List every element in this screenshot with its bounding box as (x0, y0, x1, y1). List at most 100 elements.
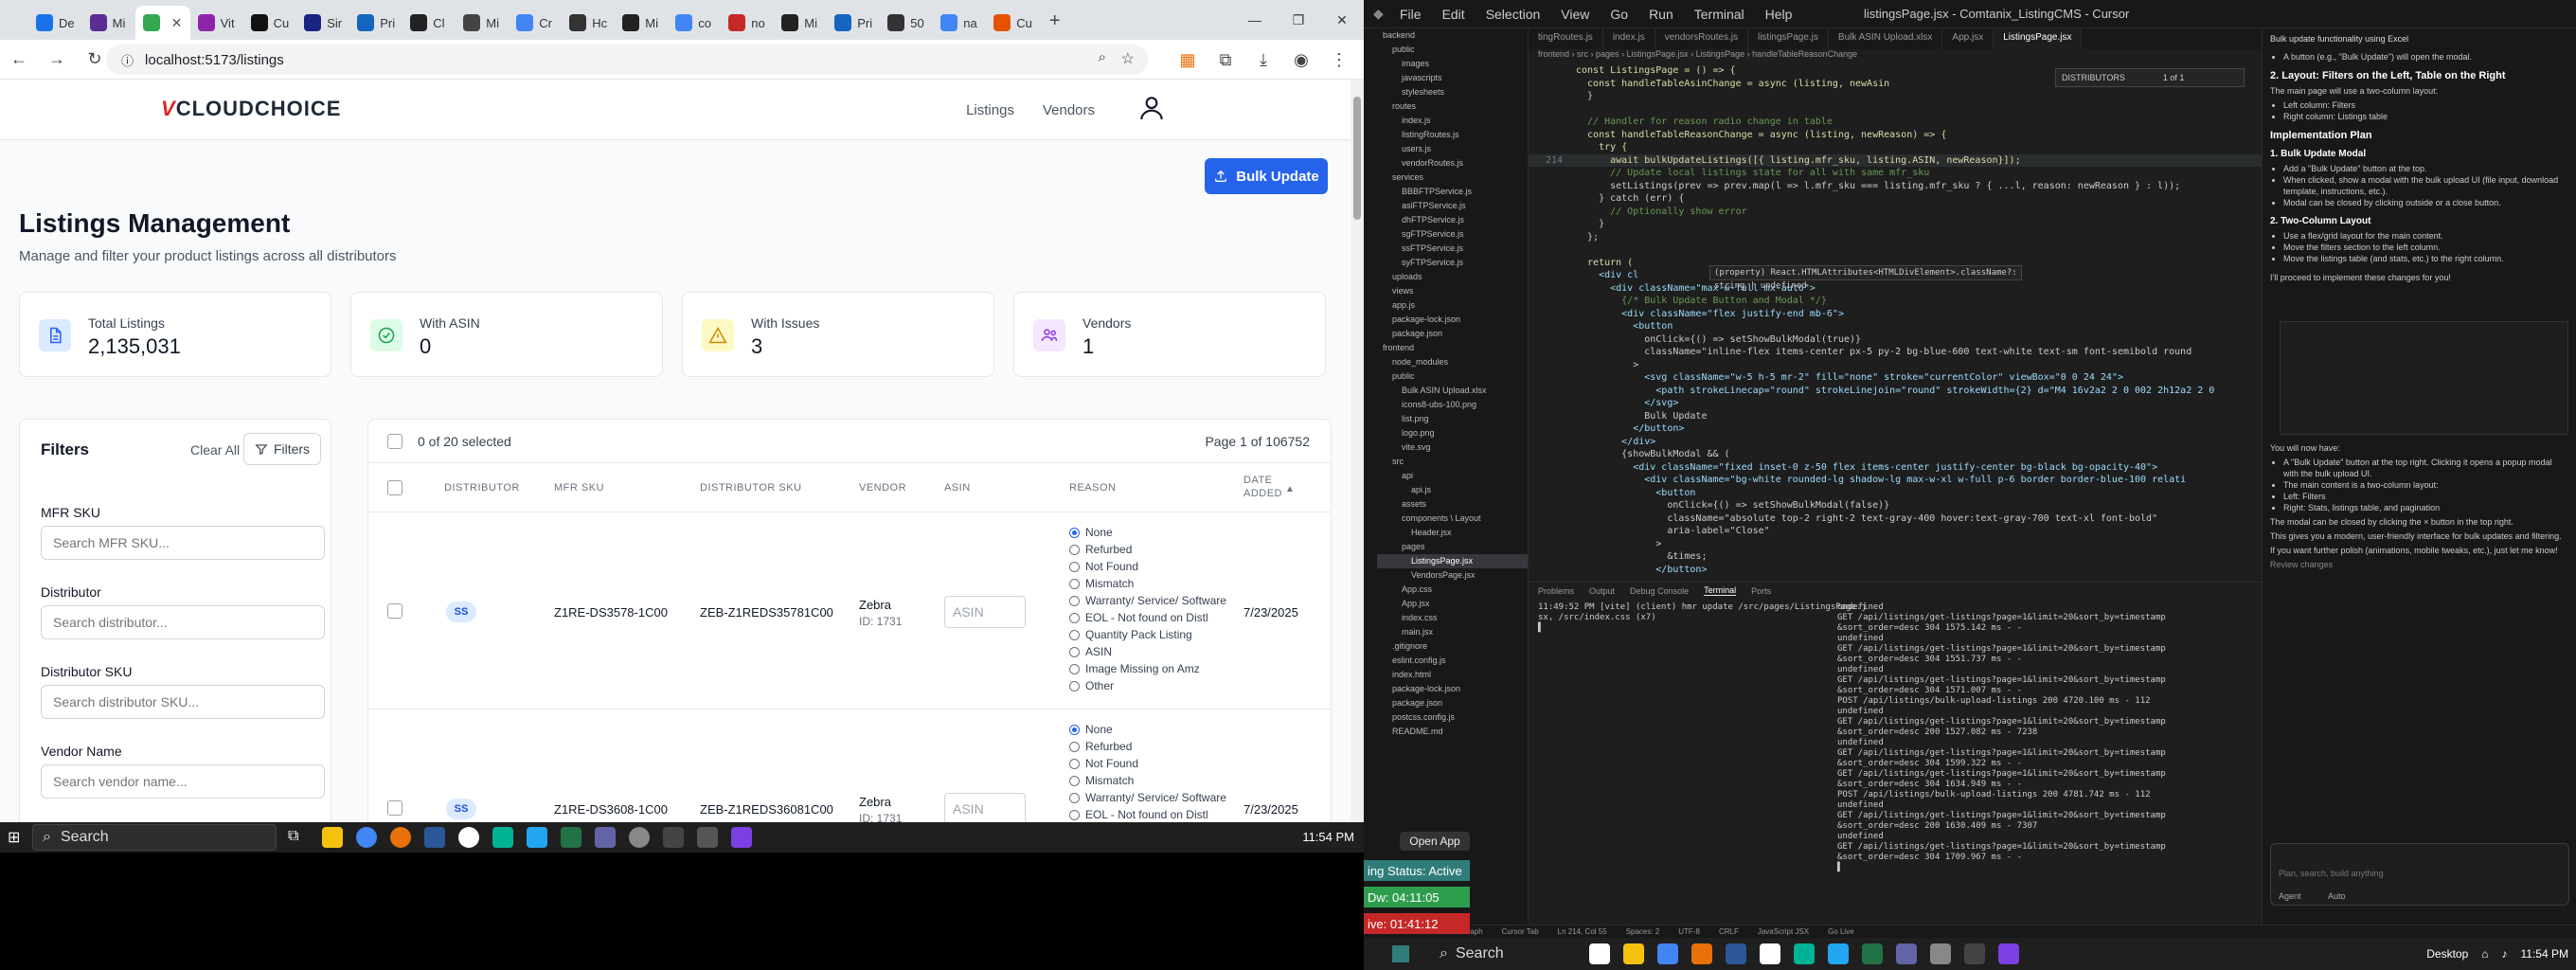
address-bar[interactable]: ⓘ localhost:5173/listings ⌕ ☆ (106, 45, 1148, 75)
select-all-checkbox[interactable] (387, 480, 402, 495)
reason-radio[interactable] (1069, 544, 1080, 555)
back-icon[interactable]: ← (0, 41, 38, 79)
open-app-button[interactable]: Open App (1400, 832, 1470, 851)
explorer-item[interactable]: sgFTPService.js (1377, 227, 1528, 242)
app-icon-4[interactable] (527, 827, 547, 848)
browser-tab[interactable]: Hc (562, 6, 615, 40)
explorer-item[interactable]: App.css (1377, 583, 1528, 597)
explorer-item[interactable]: Bulk ASIN Upload.xlsx (1377, 384, 1528, 398)
clear-all-link[interactable]: Clear All (190, 442, 240, 458)
col-asin[interactable]: ASIN (944, 482, 971, 494)
col-distributor-sku[interactable]: DISTRIBUTOR SKU (700, 482, 802, 494)
taskbar-app-icon[interactable] (1760, 943, 1780, 964)
taskbar-app-icon[interactable] (1896, 943, 1917, 964)
status-item[interactable]: Go Live (1828, 927, 1854, 936)
ide-menu-item[interactable]: File (1400, 7, 1422, 22)
reason-radio[interactable] (1069, 561, 1080, 572)
explorer-item[interactable]: vite.svg (1377, 440, 1528, 455)
model-dropdown[interactable]: Auto (2328, 891, 2346, 901)
editor-tab[interactable]: index.js (1603, 28, 1655, 49)
firefox-icon[interactable] (390, 827, 411, 848)
col-mfr-sku[interactable]: MFR SKU (554, 482, 604, 494)
explorer-item[interactable]: .gitignore (1377, 639, 1528, 654)
reason-radio[interactable] (1069, 527, 1080, 538)
col-date-added-line2[interactable]: ADDED (1243, 488, 1282, 499)
app-icon-3[interactable] (492, 827, 513, 848)
explorer-item[interactable]: list.png (1377, 412, 1528, 426)
ide-menu-item[interactable]: Help (1765, 7, 1793, 22)
reason-radio[interactable] (1069, 680, 1080, 692)
explorer-item[interactable]: images (1377, 57, 1528, 71)
taskbar-app-icon[interactable] (1691, 943, 1712, 964)
editor-tab[interactable]: Bulk ASIN Upload.xlsx (1829, 28, 1943, 49)
taskbar-search-right[interactable]: ⌕ Search (1440, 942, 1582, 966)
reason-option[interactable]: Refurbed (1069, 738, 1226, 755)
ide-menu-item[interactable]: Run (1649, 7, 1673, 22)
reason-radio[interactable] (1069, 629, 1080, 640)
reason-option[interactable]: Not Found (1069, 558, 1226, 575)
filter-input[interactable] (41, 526, 325, 560)
app-icon-1[interactable] (424, 827, 445, 848)
explorer-item[interactable]: logo.png (1377, 426, 1528, 440)
explorer-item[interactable]: package-lock.json (1377, 313, 1528, 327)
close-tab-icon[interactable]: ✕ (171, 15, 183, 31)
reason-option[interactable]: Warranty/ Service/ Software (1069, 789, 1226, 806)
network-icon[interactable]: ⌂ (2481, 947, 2488, 961)
scrollbar-thumb[interactable] (1353, 97, 1361, 220)
col-vendor[interactable]: VENDOR (859, 482, 906, 494)
explorer-item[interactable]: views (1377, 284, 1528, 298)
taskbar-app-icon[interactable] (1828, 943, 1849, 964)
reason-radio[interactable] (1069, 775, 1080, 786)
forward-icon[interactable]: → (38, 41, 76, 79)
taskbar-app-icon[interactable] (1589, 943, 1610, 964)
explorer-item[interactable]: node_modules (1377, 355, 1528, 369)
explorer-item[interactable]: asiFTPService.js (1377, 199, 1528, 213)
browser-tab[interactable]: 50 (880, 6, 933, 40)
review-changes-link[interactable]: Review changes (2270, 559, 2568, 570)
status-active-widget[interactable]: ing Status: Active (1364, 860, 1470, 881)
browser-tab[interactable]: Vit (190, 6, 243, 40)
explorer-item[interactable]: main.jsx (1377, 625, 1528, 639)
editor-tab[interactable]: tingRoutes.js (1529, 28, 1603, 49)
explorer-item[interactable]: routes (1377, 99, 1528, 114)
chrome-icon[interactable] (356, 827, 377, 848)
explorer-item[interactable]: ListingsPage.jsx (1377, 554, 1528, 568)
taskbar-app-icon[interactable] (1726, 943, 1746, 964)
taskbar-app-icon[interactable] (1998, 943, 2019, 964)
profile-icon[interactable]: ◉ (1282, 41, 1320, 79)
reason-radio[interactable] (1069, 758, 1080, 769)
ide-menu-item[interactable]: Edit (1442, 7, 1465, 22)
reason-option[interactable]: None (1069, 524, 1226, 541)
taskbar-app-icon[interactable] (1794, 943, 1815, 964)
ide-menu-item[interactable]: Go (1610, 7, 1628, 22)
explorer-item[interactable]: icons8-ubs-100.png (1377, 398, 1528, 412)
windows-start-icon[interactable]: ⊞ (8, 828, 20, 847)
explorer-item[interactable]: postcss.config.js (1377, 710, 1528, 725)
bookmark-star-icon[interactable]: ☆ (1121, 49, 1135, 68)
browser-tab[interactable]: Mi (615, 6, 668, 40)
row-checkbox[interactable] (387, 603, 402, 619)
taskbar-search[interactable]: ⌕ Search (32, 824, 277, 851)
browser-tab[interactable]: Mi (774, 6, 827, 40)
reason-option[interactable]: Mismatch (1069, 575, 1226, 592)
reason-radio[interactable] (1069, 724, 1080, 735)
filters-toggle-button[interactable]: Filters (243, 433, 321, 465)
right-taskbar-clock[interactable]: 11:54 PM (2521, 947, 2568, 961)
status-item[interactable]: Spaces: 2 (1626, 927, 1660, 936)
browser-tab[interactable]: na (933, 6, 986, 40)
user-icon[interactable] (1136, 93, 1167, 123)
taskbar-app-icon[interactable] (1623, 943, 1644, 964)
volume-icon[interactable]: ♪ (2502, 947, 2508, 961)
editor-tab[interactable]: App.jsx (1942, 28, 1995, 49)
new-tab-icon[interactable]: + (1049, 10, 1061, 32)
status-item[interactable]: JavaScript JSX (1758, 927, 1809, 936)
reason-option[interactable]: None (1069, 721, 1226, 738)
explorer-item[interactable]: vendorRoutes.js (1377, 156, 1528, 171)
explorer-item[interactable]: api (1377, 469, 1528, 483)
explorer-item[interactable]: package-lock.json (1377, 682, 1528, 696)
explorer-item[interactable]: users.js (1377, 142, 1528, 156)
browser-tab[interactable]: Cu (243, 6, 297, 40)
explorer-item[interactable]: README.md (1377, 725, 1528, 739)
nav-listings[interactable]: Listings (966, 102, 1014, 118)
explorer-item[interactable]: public (1377, 43, 1528, 57)
